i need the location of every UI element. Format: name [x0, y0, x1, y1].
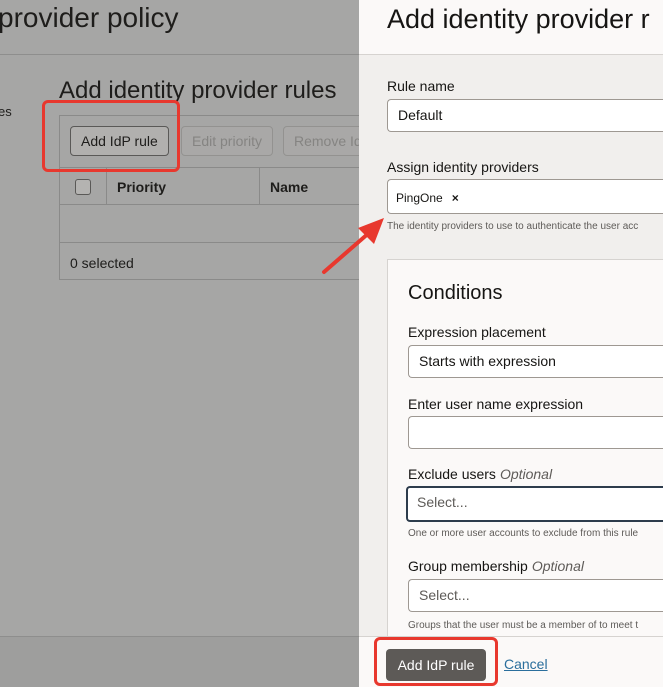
optional-tag: Optional: [531, 558, 584, 574]
idp-chip-pingone: PingOne ×: [396, 189, 459, 207]
expression-placement-select[interactable]: Starts with expression: [408, 345, 663, 378]
rule-name-label: Rule name: [387, 78, 455, 94]
optional-tag: Optional: [499, 466, 553, 482]
edit-priority-button[interactable]: Edit priority: [181, 126, 274, 156]
group-membership-label: Group membership Optional: [408, 558, 584, 574]
exclude-users-help: One or more user accounts to exclude fro…: [408, 528, 639, 539]
group-membership-label-text: Group membership: [408, 558, 528, 574]
chip-remove-icon[interactable]: ×: [452, 191, 459, 205]
user-name-expression-input[interactable]: [408, 416, 663, 449]
cancel-link[interactable]: Cancel: [504, 656, 548, 672]
expression-placement-label: Expression placement: [408, 324, 546, 340]
select-all-checkbox[interactable]: [75, 179, 91, 195]
rules-table: Priority Name 0 selected: [59, 167, 360, 280]
exclude-users-label: Exclude users Optional: [408, 466, 552, 482]
column-header-priority[interactable]: Priority: [117, 179, 166, 195]
column-divider: [106, 168, 107, 205]
page-title: provider policy: [0, 2, 179, 33]
table-empty-row: [60, 205, 359, 243]
exclude-users-label-text: Exclude users: [408, 466, 496, 482]
assign-idps-help: The identity providers to use to authent…: [387, 221, 639, 232]
background-footer: [0, 636, 360, 687]
annotation-highlight-toolbar-button: [42, 100, 180, 172]
group-membership-help: Groups that the user must be a member of…: [408, 620, 639, 631]
add-idp-rule-drawer: Add identity provider r Rule name Defaul…: [359, 0, 663, 687]
side-nav-fragment: es: [0, 104, 12, 119]
header-divider: [0, 54, 360, 55]
assign-idps-label: Assign identity providers: [387, 159, 539, 175]
table-header: Priority Name: [60, 168, 359, 205]
group-membership-select[interactable]: Select...: [408, 579, 663, 612]
rule-name-input[interactable]: Default: [387, 99, 663, 132]
annotation-highlight-footer-button: [374, 637, 498, 686]
column-divider: [259, 168, 260, 205]
selected-count: 0 selected: [70, 255, 134, 271]
conditions-title: Conditions: [408, 282, 503, 304]
annotation-arrow-icon: [322, 218, 384, 274]
idp-chip-label: PingOne: [396, 191, 443, 205]
assign-idps-input[interactable]: PingOne ×: [387, 179, 663, 214]
user-name-expression-label: Enter user name expression: [408, 396, 584, 412]
exclude-users-select[interactable]: Select...: [406, 486, 663, 522]
column-header-name[interactable]: Name: [270, 179, 308, 195]
drawer-title: Add identity provider r: [387, 4, 650, 34]
